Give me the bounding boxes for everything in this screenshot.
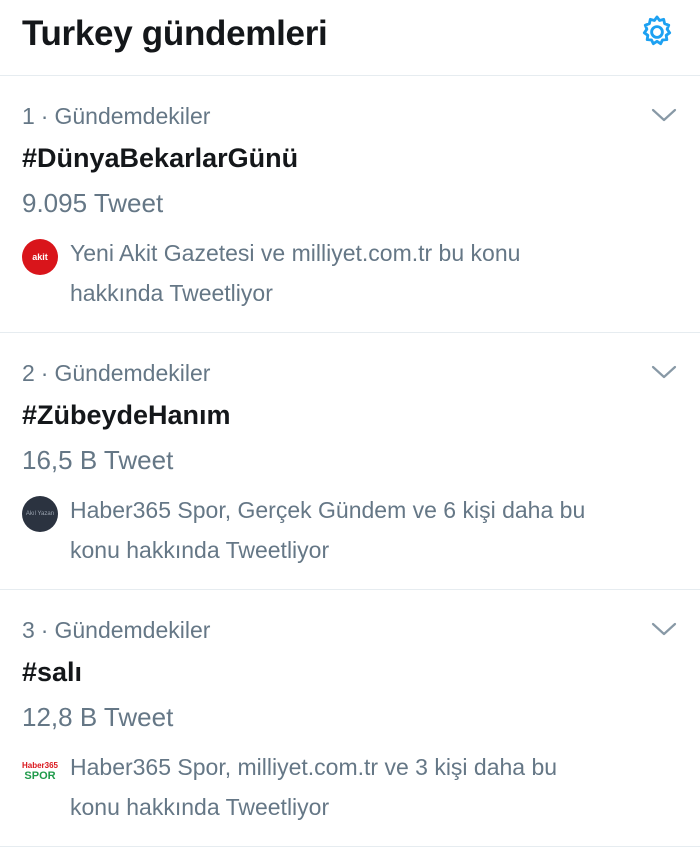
page-title: Turkey gündemleri — [22, 13, 328, 53]
trend-rank: 1 — [22, 103, 35, 129]
trend-hashtag[interactable]: #DünyaBekarlarGünü — [22, 142, 678, 174]
trend-category: Gündemdekiler — [54, 617, 211, 643]
chevron-down-icon[interactable] — [650, 104, 678, 126]
trend-meta: 2 · Gündemdekiler — [22, 360, 211, 386]
trend-meta: 3 · Gündemdekiler — [22, 617, 211, 643]
context-text: Yeni Akit Gazetesi ve milliyet.com.tr bu… — [70, 240, 521, 306]
trend-context: Haber365 SPOR Haber365 Spor, milliyet.co… — [22, 749, 678, 827]
avatar: Akıl Yazan — [22, 496, 58, 532]
tweet-count: 9.095 Tweet — [22, 188, 164, 218]
gear-icon[interactable] — [636, 11, 678, 53]
trend-context: akit Yeni Akit Gazetesi ve milliyet.com.… — [22, 235, 678, 313]
avatar: akit — [22, 239, 58, 275]
trend-context: Akıl Yazan Haber365 Spor, Gerçek Gündem … — [22, 492, 678, 570]
trend-item-1[interactable]: 1 · Gündemdekiler #DünyaBekarlarGünü 9.095… — [0, 76, 700, 333]
trends-header: Turkey gündemleri — [0, 0, 700, 76]
trend-rank: 3 — [22, 617, 35, 643]
trend-category: Gündemdekiler — [54, 103, 211, 129]
avatar: Haber365 SPOR — [22, 753, 58, 789]
context-text: Haber365 Spor, milliyet.com.tr ve 3 kişi… — [70, 754, 558, 820]
trend-meta: 1 · Gündemdekiler — [22, 103, 211, 129]
trend-hashtag[interactable]: #salı — [22, 656, 678, 688]
chevron-down-icon[interactable] — [650, 618, 678, 640]
trend-hashtag[interactable]: #ZübeydeHanım — [22, 399, 678, 431]
trend-item-2[interactable]: 2 · Gündemdekiler #ZübeydeHanım 16,5 B Twe… — [0, 333, 700, 590]
context-text: Haber365 Spor, Gerçek Gündem ve 6 kişi d… — [70, 497, 586, 563]
chevron-down-icon[interactable] — [650, 361, 678, 383]
trend-item-3[interactable]: 3 · Gündemdekiler #salı 12,8 B Tweet Haber… — [0, 590, 700, 847]
tweet-count: 16,5 B Tweet — [22, 445, 174, 475]
trend-category: Gündemdekiler — [54, 360, 211, 386]
trend-rank: 2 — [22, 360, 35, 386]
tweet-count: 12,8 B Tweet — [22, 702, 174, 732]
